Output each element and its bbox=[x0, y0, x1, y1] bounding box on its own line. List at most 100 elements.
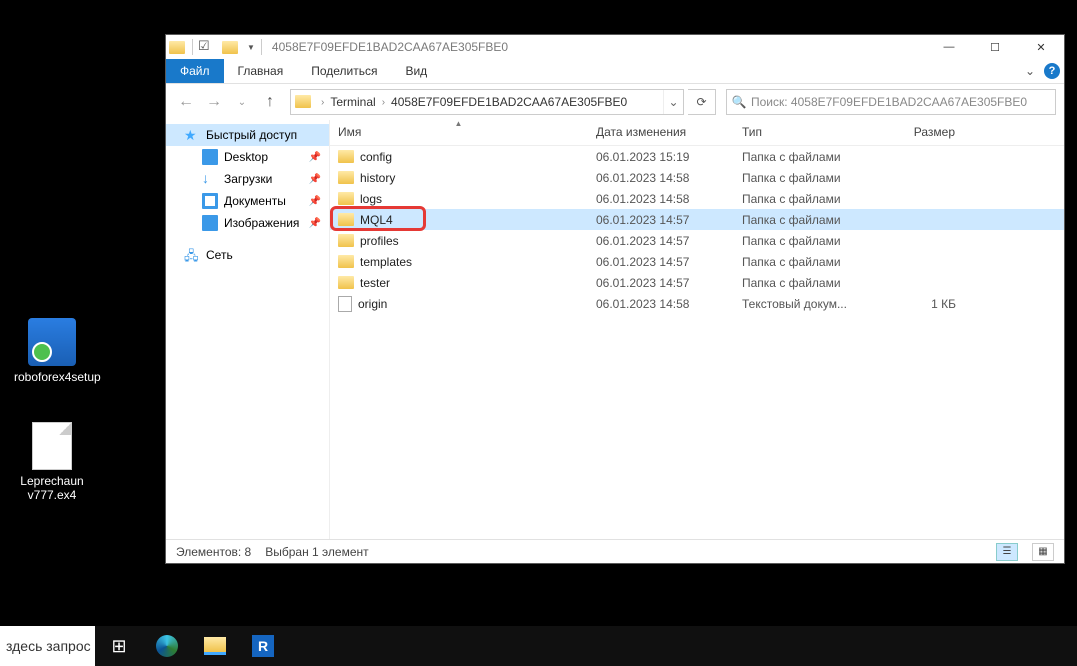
desktop-icon-leprechaun[interactable]: Leprechaun v777.ex4 bbox=[14, 422, 90, 502]
table-row[interactable]: history 06.01.2023 14:58Папка с файлами bbox=[330, 167, 1064, 188]
file-name: logs bbox=[360, 192, 382, 206]
sidebar-item-label: Загрузки bbox=[224, 172, 272, 186]
table-row[interactable]: origin06.01.2023 14:58Текстовый докум...… bbox=[330, 293, 1064, 314]
images-icon bbox=[202, 215, 218, 231]
window-icon bbox=[169, 38, 187, 56]
file-name: history bbox=[360, 171, 395, 185]
file-list-pane: Имя ▲ Дата изменения Тип Размер config 06… bbox=[330, 120, 1064, 539]
table-row[interactable]: tester06.01.2023 14:57Папка с файлами bbox=[330, 272, 1064, 293]
file-date: 06.01.2023 14:58 bbox=[588, 171, 734, 185]
sidebar-item-images[interactable]: Изображения 📌 bbox=[166, 212, 329, 234]
taskbar-explorer-button[interactable] bbox=[191, 626, 239, 666]
folder-icon bbox=[338, 234, 354, 247]
navigation-pane: ★ Быстрый доступ Desktop 📌 ↓ Загрузки 📌 … bbox=[166, 120, 330, 539]
installer-icon bbox=[28, 318, 76, 366]
table-row[interactable]: profiles 06.01.2023 14:57Папка с файлами bbox=[330, 230, 1064, 251]
help-icon: ? bbox=[1044, 63, 1060, 79]
file-date: 06.01.2023 14:57 bbox=[588, 255, 734, 269]
pin-icon: 📌 bbox=[309, 196, 321, 207]
file-date: 06.01.2023 14:57 bbox=[588, 234, 734, 248]
file-date: 06.01.2023 15:19 bbox=[588, 150, 734, 164]
sidebar-item-network[interactable]: 🖧 Сеть bbox=[166, 244, 329, 266]
pin-icon: 📌 bbox=[309, 152, 321, 163]
file-type: Папка с файлами bbox=[734, 150, 884, 164]
desktop-icon-roboforex[interactable]: roboforex4setup bbox=[14, 318, 90, 384]
nav-forward-button[interactable]: → bbox=[202, 90, 226, 114]
explorer-window: ☑ ▼ 4058E7F09EFDE1BAD2CAA67AE305FBE0 — ☐… bbox=[165, 34, 1065, 564]
folder-icon bbox=[338, 276, 354, 289]
column-header-type[interactable]: Тип bbox=[734, 120, 884, 145]
table-row[interactable]: templates06.01.2023 14:57Папка с файлами bbox=[330, 251, 1064, 272]
breadcrumb[interactable]: Terminal bbox=[326, 95, 379, 109]
network-icon: 🖧 bbox=[184, 247, 200, 263]
address-bar[interactable]: › Terminal › 4058E7F09EFDE1BAD2CAA67AE30… bbox=[290, 89, 684, 115]
nav-back-button[interactable]: ← bbox=[174, 90, 198, 114]
desktop-icon-label: roboforex4setup bbox=[14, 370, 90, 384]
search-placeholder: Поиск: 4058E7F09EFDE1BAD2CAA67AE305FBE0 bbox=[751, 95, 1055, 109]
desktop-icon-label: Leprechaun v777.ex4 bbox=[14, 474, 90, 502]
file-type: Папка с файлами bbox=[734, 234, 884, 248]
file-type: Папка с файлами bbox=[734, 171, 884, 185]
taskbar-app-button[interactable]: R bbox=[239, 626, 287, 666]
ribbon-collapse-icon[interactable]: ⌄ bbox=[1020, 59, 1040, 83]
breadcrumb[interactable]: 4058E7F09EFDE1BAD2CAA67AE305FBE0 bbox=[387, 95, 631, 109]
view-large-button[interactable]: ▦ bbox=[1032, 543, 1054, 561]
taskbar-taskview-button[interactable]: ⊞ bbox=[95, 626, 143, 666]
desktop-icon bbox=[202, 149, 218, 165]
close-button[interactable]: ✕ bbox=[1018, 35, 1064, 59]
column-header-date[interactable]: Дата изменения bbox=[588, 120, 734, 145]
column-header-name[interactable]: Имя ▲ bbox=[330, 120, 588, 145]
status-bar: Элементов: 8 Выбран 1 элемент ☰ ▦ bbox=[166, 539, 1064, 563]
file-name: profiles bbox=[360, 234, 399, 248]
search-input[interactable]: 🔍 Поиск: 4058E7F09EFDE1BAD2CAA67AE305FBE… bbox=[726, 89, 1056, 115]
minimize-button[interactable]: — bbox=[926, 35, 972, 59]
maximize-button[interactable]: ☐ bbox=[972, 35, 1018, 59]
column-header-size[interactable]: Размер bbox=[884, 120, 964, 145]
folder-icon bbox=[338, 255, 354, 268]
help-button[interactable]: ? bbox=[1040, 59, 1064, 83]
table-row[interactable]: MQL406.01.2023 14:57Папка с файлами bbox=[330, 209, 1064, 230]
window-title: 4058E7F09EFDE1BAD2CAA67AE305FBE0 bbox=[272, 40, 926, 54]
sidebar-item-desktop[interactable]: Desktop 📌 bbox=[166, 146, 329, 168]
chevron-right-icon[interactable]: › bbox=[319, 97, 326, 108]
view-details-button[interactable]: ☰ bbox=[996, 543, 1018, 561]
downloads-icon: ↓ bbox=[202, 171, 218, 187]
refresh-button[interactable]: ⟳ bbox=[688, 89, 716, 115]
taskbar-search-input[interactable]: здесь запрос bbox=[0, 626, 95, 666]
sidebar-item-quick-access[interactable]: ★ Быстрый доступ bbox=[166, 124, 329, 146]
qat-customize-icon[interactable]: ▼ bbox=[247, 43, 255, 52]
sidebar-item-label: Документы bbox=[224, 194, 286, 208]
tab-share[interactable]: Поделиться bbox=[297, 59, 391, 83]
file-rows: config06.01.2023 15:19Папка с файламиhis… bbox=[330, 146, 1064, 539]
file-type: Текстовый докум... bbox=[734, 297, 884, 311]
tab-view[interactable]: Вид bbox=[391, 59, 441, 83]
file-name: MQL4 bbox=[360, 213, 393, 227]
taskbar-edge-button[interactable] bbox=[143, 626, 191, 666]
edge-icon bbox=[156, 635, 178, 657]
qat-properties-icon[interactable]: ☑ bbox=[198, 38, 216, 56]
address-folder-icon bbox=[295, 92, 315, 112]
table-row[interactable]: logs06.01.2023 14:58Папка с файлами bbox=[330, 188, 1064, 209]
qat-newfolder-icon[interactable] bbox=[222, 38, 240, 56]
titlebar[interactable]: ☑ ▼ 4058E7F09EFDE1BAD2CAA67AE305FBE0 — ☐… bbox=[166, 35, 1064, 59]
file-date: 06.01.2023 14:57 bbox=[588, 276, 734, 290]
ribbon: Файл Главная Поделиться Вид ⌄ ? bbox=[166, 59, 1064, 84]
address-dropdown-icon[interactable]: ⌄ bbox=[663, 90, 683, 114]
table-row[interactable]: config 06.01.2023 15:19Папка с файлами bbox=[330, 146, 1064, 167]
nav-up-button[interactable]: ↑ bbox=[258, 90, 282, 114]
sidebar-item-label: Изображения bbox=[224, 216, 299, 230]
sidebar-item-downloads[interactable]: ↓ Загрузки 📌 bbox=[166, 168, 329, 190]
file-date: 06.01.2023 14:58 bbox=[588, 297, 734, 311]
column-headers: Имя ▲ Дата изменения Тип Размер bbox=[330, 120, 1064, 146]
file-name: config bbox=[360, 150, 392, 164]
sidebar-item-documents[interactable]: Документы 📌 bbox=[166, 190, 329, 212]
taskbar: здесь запрос ⊞ R bbox=[0, 626, 1077, 666]
chevron-right-icon[interactable]: › bbox=[380, 97, 387, 108]
file-date: 06.01.2023 14:57 bbox=[588, 213, 734, 227]
file-type: Папка с файлами bbox=[734, 192, 884, 206]
tab-home[interactable]: Главная bbox=[224, 59, 298, 83]
nav-history-button[interactable]: ⌄ bbox=[230, 90, 254, 114]
tab-file[interactable]: Файл bbox=[166, 59, 224, 83]
search-icon: 🔍 bbox=[727, 95, 751, 109]
pin-icon: 📌 bbox=[309, 218, 321, 229]
